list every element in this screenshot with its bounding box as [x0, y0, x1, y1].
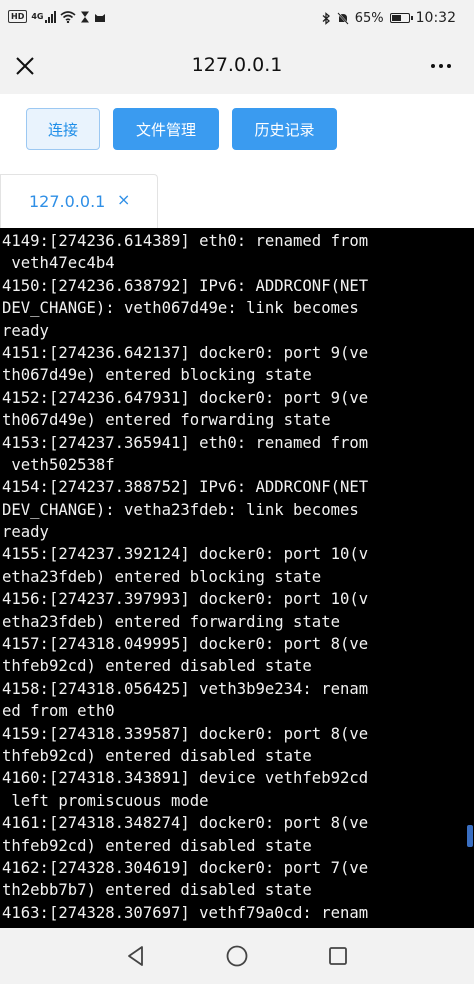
terminal-output[interactable]: 4149:[274236.614389] eth0: renamed from …	[0, 228, 474, 928]
status-bar: HD 4G 65% 10:32	[0, 0, 474, 38]
tab-label: 127.0.0.1	[29, 192, 106, 211]
terminal-line: DEV_CHANGE): veth067d49e: link becomes	[2, 299, 359, 318]
terminal-line: thfeb92cd) entered disabled state	[2, 657, 312, 676]
terminal-line: 4161:[274318.348274] docker0: port 8(ve	[2, 814, 369, 833]
terminal-line: 4157:[274318.049995] docker0: port 8(ve	[2, 635, 369, 654]
nav-home-button[interactable]	[223, 942, 251, 970]
terminal-line: 4159:[274318.339587] docker0: port 8(ve	[2, 724, 369, 743]
page-title: 127.0.0.1	[191, 54, 283, 76]
terminal-line: 4162:[274328.304619] docker0: port 7(ve	[2, 858, 369, 877]
toolbar: 连接 文件管理 历史记录	[0, 94, 474, 174]
terminal-line: thfeb92cd) entered disabled state	[2, 746, 312, 765]
terminal-line: left promiscuous mode	[2, 791, 209, 810]
battery-percent: 65%	[354, 10, 384, 26]
title-bar: 127.0.0.1	[0, 38, 474, 94]
terminal-line: 4149:[274236.614389] eth0: renamed from	[2, 232, 369, 250]
back-triangle-icon	[128, 946, 143, 966]
nav-back-button[interactable]	[122, 942, 150, 970]
terminal-line: veth47ec4b4	[2, 254, 115, 273]
system-nav-bar	[0, 928, 474, 984]
tab-close-icon[interactable]: ×	[117, 190, 130, 209]
terminal-lines: 4149:[274236.614389] eth0: renamed from …	[2, 230, 368, 924]
tab-session[interactable]: 127.0.0.1 ×	[0, 174, 158, 228]
terminal-line: 4155:[274237.392124] docker0: port 10(v	[2, 545, 369, 564]
terminal-line: 4152:[274236.647931] docker0: port 9(ve	[2, 388, 369, 407]
terminal-line: ed from eth0	[2, 702, 115, 721]
wifi-icon	[60, 10, 77, 23]
network-type: 4G	[31, 12, 44, 21]
terminal-line: th067d49e) entered forwarding state	[2, 411, 331, 430]
connect-button[interactable]: 连接	[26, 108, 100, 150]
clock: 10:32	[415, 10, 456, 26]
close-button[interactable]	[10, 51, 40, 81]
terminal-line: etha23fdeb) entered blocking state	[2, 567, 322, 586]
hd-badge: HD	[8, 10, 28, 23]
terminal-line: thfeb92cd) entered disabled state	[2, 836, 312, 855]
terminal-line: th067d49e) entered blocking state	[2, 366, 312, 385]
terminal-line: veth502538f	[2, 455, 115, 474]
terminal-line: 4151:[274236.642137] docker0: port 9(ve	[2, 343, 369, 362]
terminal-line: 4163:[274328.307697] vethf79a0cd: renam	[2, 903, 369, 922]
terminal-line: DEV_CHANGE): vetha23fdeb: link becomes	[2, 500, 359, 519]
terminal-line: 4153:[274237.365941] eth0: renamed from	[2, 433, 369, 452]
terminal-line: ready	[2, 523, 49, 542]
cat-app-icon	[95, 13, 106, 22]
battery-fill	[391, 15, 402, 21]
bluetooth-icon	[322, 11, 330, 25]
nav-recent-button[interactable]	[324, 942, 352, 970]
close-icon	[16, 57, 34, 75]
file-manager-button[interactable]: 文件管理	[113, 108, 219, 150]
mute-bell-icon	[336, 11, 349, 25]
terminal-scrollbar[interactable]	[467, 825, 473, 847]
more-dots-icon	[431, 64, 451, 68]
battery-icon	[389, 13, 413, 23]
terminal-line: 4160:[274318.343891] device vethfeb92cd	[2, 769, 369, 788]
home-circle-icon	[226, 945, 248, 967]
terminal-line: etha23fdeb) entered forwarding state	[2, 612, 340, 631]
terminal-line: 4156:[274237.397993] docker0: port 10(v	[2, 590, 369, 609]
terminal-line: ready	[2, 321, 49, 340]
terminal-line: th2ebb7b7) entered disabled state	[2, 881, 312, 900]
history-button[interactable]: 历史记录	[232, 108, 337, 150]
signal-icon	[45, 10, 57, 23]
more-button[interactable]	[424, 51, 458, 81]
terminal-line: 4158:[274318.056425] veth3b9e234: renam	[2, 679, 369, 698]
terminal-line: 4150:[274236.638792] IPv6: ADDRCONF(NET	[2, 276, 369, 295]
terminal-line: 4154:[274237.388752] IPv6: ADDRCONF(NET	[2, 478, 369, 497]
status-right: 65% 10:32	[322, 10, 456, 26]
tab-strip: 127.0.0.1 ×	[0, 174, 474, 228]
recent-square-icon	[329, 947, 347, 965]
status-left: HD 4G	[8, 10, 106, 23]
app-root: HD 4G 65% 10:32 127.0.0.1 连接 文件管理 历史记录 1…	[0, 0, 474, 984]
hourglass-icon	[81, 11, 90, 22]
